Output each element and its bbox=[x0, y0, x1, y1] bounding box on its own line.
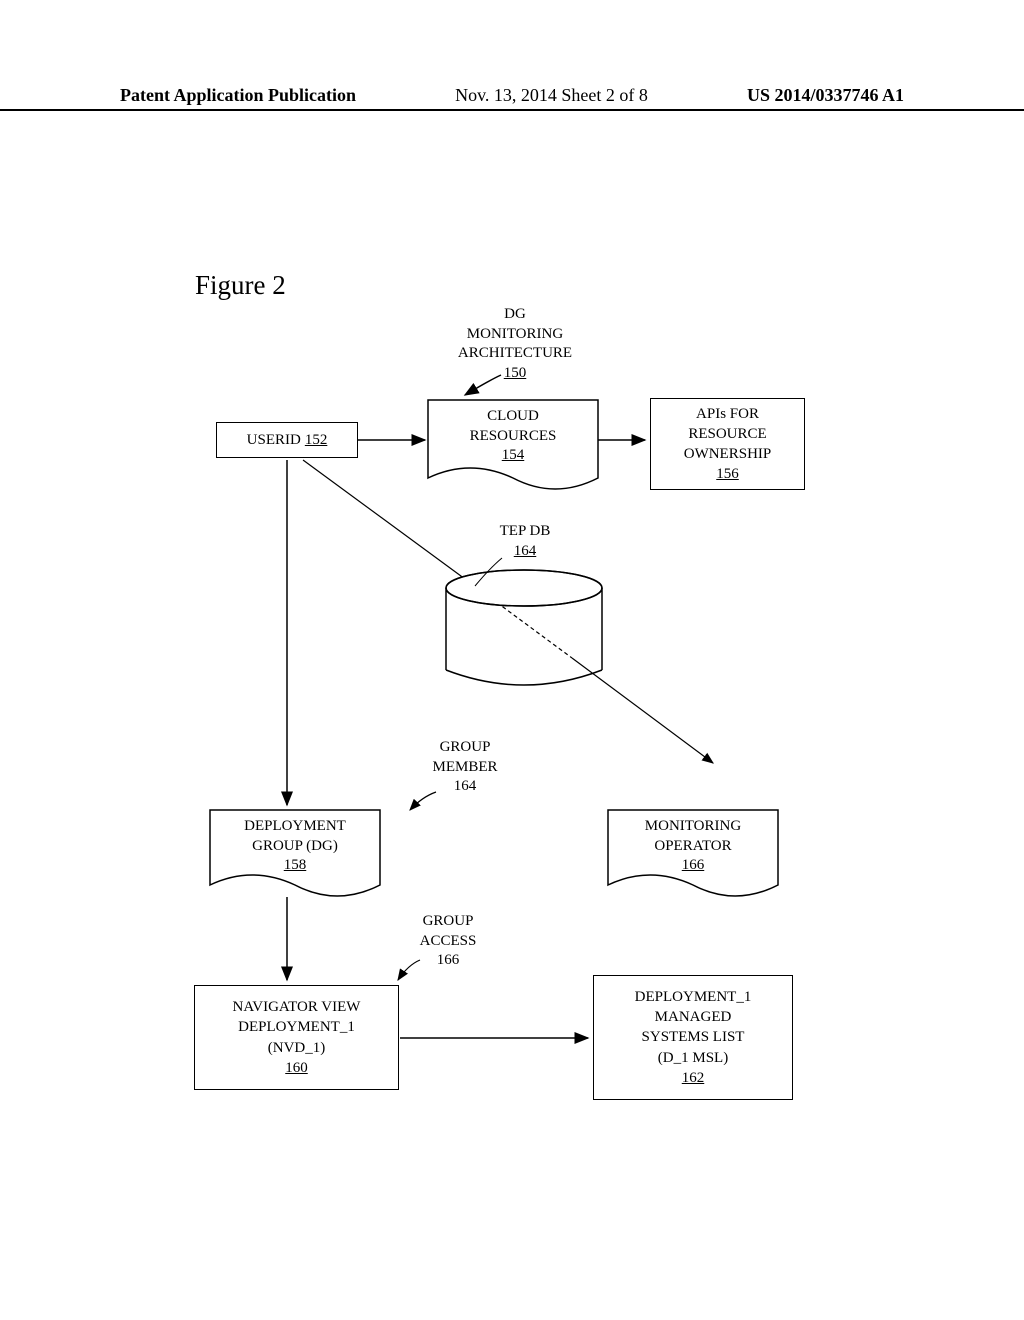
apis-ref: 156 bbox=[716, 464, 739, 484]
mo-line2: OPERATOR bbox=[654, 838, 731, 854]
tepdb-text: TEP DB bbox=[500, 523, 551, 539]
ga-ref: 166 bbox=[437, 952, 460, 968]
title-line2: MONITORING bbox=[467, 326, 563, 342]
mo-ref: 166 bbox=[682, 857, 705, 873]
userid-ref: 152 bbox=[305, 430, 328, 450]
navigator-view-box: NAVIGATOR VIEW DEPLOYMENT_1 (NVD_1) 160 bbox=[194, 985, 399, 1090]
title-ref: 150 bbox=[504, 365, 527, 381]
group-member-label: GROUP MEMBER 164 bbox=[410, 738, 520, 797]
apis-box: APIs FOR RESOURCE OWNERSHIP 156 bbox=[650, 398, 805, 490]
userid-box: USERID 152 bbox=[216, 422, 358, 458]
header-center: Nov. 13, 2014 Sheet 2 of 8 bbox=[455, 85, 648, 106]
dg-line1: DEPLOYMENT bbox=[244, 818, 346, 834]
ga-line1: GROUP bbox=[423, 913, 474, 929]
header-left: Patent Application Publication bbox=[120, 85, 356, 106]
diagram-container: DG MONITORING ARCHITECTURE 150 USERID 15… bbox=[0, 300, 1024, 1200]
dg-ref: 158 bbox=[284, 857, 307, 873]
nv-line3: (NVD_1) bbox=[268, 1038, 326, 1058]
cloud-line1: CLOUD bbox=[487, 408, 539, 424]
managed-systems-box: DEPLOYMENT_1 MANAGED SYSTEMS LIST (D_1 M… bbox=[593, 975, 793, 1100]
cloud-ref: 154 bbox=[502, 447, 525, 463]
dg-line2: GROUP (DG) bbox=[252, 838, 338, 854]
ms-line2: MANAGED bbox=[655, 1007, 732, 1027]
gm-line1: GROUP bbox=[440, 739, 491, 755]
tepdb-label: TEP DB 164 bbox=[480, 522, 570, 561]
gm-line2: MEMBER bbox=[432, 759, 497, 775]
deployment-group-box: DEPLOYMENT GROUP (DG) 158 bbox=[210, 817, 380, 876]
monitoring-operator-box: MONITORING OPERATOR 166 bbox=[608, 817, 778, 876]
title-line1: DG bbox=[504, 306, 526, 322]
diagram-title: DG MONITORING ARCHITECTURE 150 bbox=[430, 305, 600, 383]
ms-ref: 162 bbox=[682, 1068, 705, 1088]
group-access-label: GROUP ACCESS 166 bbox=[398, 912, 498, 971]
userid-label: USERID bbox=[247, 430, 301, 450]
tepdb-ref: 164 bbox=[514, 543, 537, 559]
nv-line2: DEPLOYMENT_1 bbox=[238, 1017, 355, 1037]
apis-line2: RESOURCE bbox=[688, 424, 766, 444]
cloud-resources-box: CLOUD RESOURCES 154 bbox=[428, 407, 598, 466]
ms-line3: SYSTEMS LIST bbox=[642, 1027, 745, 1047]
mo-line1: MONITORING bbox=[645, 818, 741, 834]
figure-title: Figure 2 bbox=[195, 270, 286, 301]
ms-line4: (D_1 MSL) bbox=[658, 1048, 728, 1068]
nv-line1: NAVIGATOR VIEW bbox=[233, 997, 361, 1017]
cloud-line2: RESOURCES bbox=[470, 428, 557, 444]
page-header: Patent Application Publication Nov. 13, … bbox=[0, 85, 1024, 111]
ms-line1: DEPLOYMENT_1 bbox=[635, 987, 752, 1007]
title-line3: ARCHITECTURE bbox=[458, 345, 572, 361]
gm-ref: 164 bbox=[454, 778, 477, 794]
apis-line1: APIs FOR bbox=[696, 404, 759, 424]
nv-ref: 160 bbox=[285, 1058, 308, 1078]
ga-line2: ACCESS bbox=[420, 933, 477, 949]
apis-line3: OWNERSHIP bbox=[684, 444, 772, 464]
header-right: US 2014/0337746 A1 bbox=[747, 85, 904, 106]
